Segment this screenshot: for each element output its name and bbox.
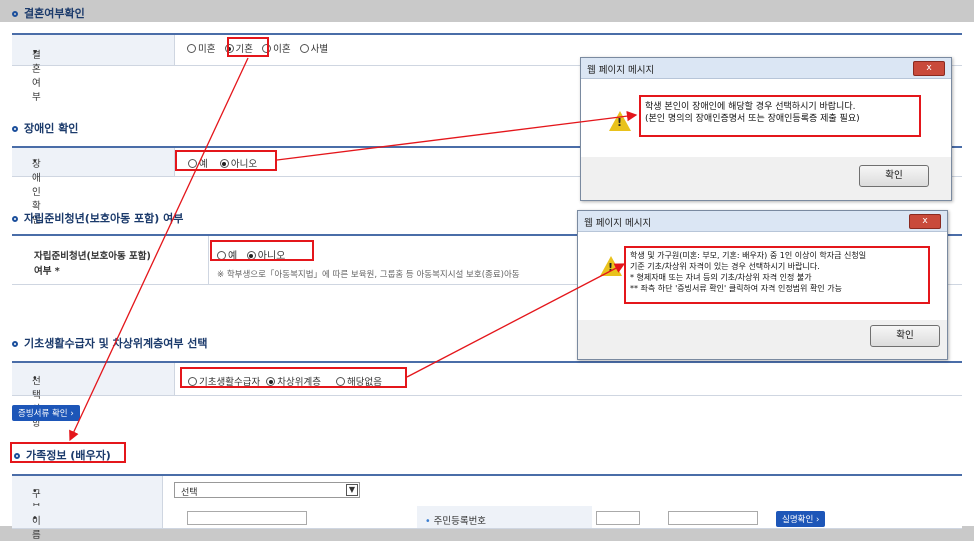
family-name-input[interactable] [187,511,307,525]
independence-label-2: 여부 * [34,266,60,277]
dialog-titlebar: 웹 페이지 메시지 x [578,211,947,232]
radio-bereaved[interactable]: 사별 [299,44,328,55]
chevron-down-icon: ▼ [346,484,358,496]
bullet-icon [12,341,18,347]
rrn-back-input[interactable] [668,511,758,525]
rrn-front-input[interactable] [596,511,640,525]
family-type-row: •구분 선택 ▼ [12,474,962,514]
ok-button[interactable]: 확인 [859,165,929,187]
proof-documents-button[interactable]: 증빙서류 확인 › [12,405,80,421]
bullet-icon [12,11,18,17]
message-dialog-disability: 웹 페이지 메시지 x 학생 본인이 장애인에 해당할 경우 선택하시기 바랍니… [580,57,952,201]
highlight-disability [175,150,277,171]
highlight-family [10,442,126,463]
ok-button[interactable]: 확인 [870,325,940,347]
independence-label-1: 자립준비청년(보호아동 포함) [34,251,151,262]
dialog-titlebar: 웹 페이지 메시지 x [581,58,951,79]
warning-icon [609,111,631,131]
bullet-icon [12,216,18,222]
rrn-label: • 주민등록번호 [417,506,592,528]
radio-single[interactable]: 미혼 [187,44,215,55]
highlight-independence [210,240,314,261]
highlight-married [227,37,269,57]
marriage-section-title: 결혼여부확인 [12,5,85,21]
warning-icon [600,256,622,276]
chevron-right-icon: › [815,515,820,525]
highlight-welfare [180,367,407,388]
page: 결혼여부확인 • 결혼여부 미혼 기혼 이혼 사별 장애인 확인 • 장애인 확인 … [0,0,974,541]
independence-note: ※ 학부생으로「아동복지법」에 따른 보육원, 그룹홈 등 아동복지시설 보호(… [217,270,520,280]
close-icon[interactable]: x [913,61,945,76]
close-icon[interactable]: x [909,214,941,229]
dialog-message: 학생 및 가구원(미혼: 부모, 기혼: 배우자) 중 1인 이상이 학자금 신… [630,251,867,293]
message-dialog-welfare: 웹 페이지 메시지 x 학생 및 가구원(미혼: 부모, 기혼: 배우자) 중 … [577,210,948,360]
disability-section-title: 장애인 확인 [12,120,78,136]
top-strip [0,0,974,22]
chevron-right-icon: › [70,409,74,419]
family-type-select[interactable]: 선택 ▼ [174,482,360,498]
welfare-row: •선택사항 기초생활수급자 차상위계층 해당없음 [12,361,962,429]
welfare-section-title: 기초생활수급자 및 차상위계층여부 선택 [12,335,208,351]
dialog-message: 학생 본인이 장애인에 해당할 경우 선택하시기 바랍니다. (본인 명의의 장… [645,102,860,124]
verify-name-button[interactable]: 실명확인 › [776,511,826,527]
independence-section-title: 자립준비청년(보호아동 포함) 여부 [12,210,183,226]
bullet-icon [12,126,18,132]
